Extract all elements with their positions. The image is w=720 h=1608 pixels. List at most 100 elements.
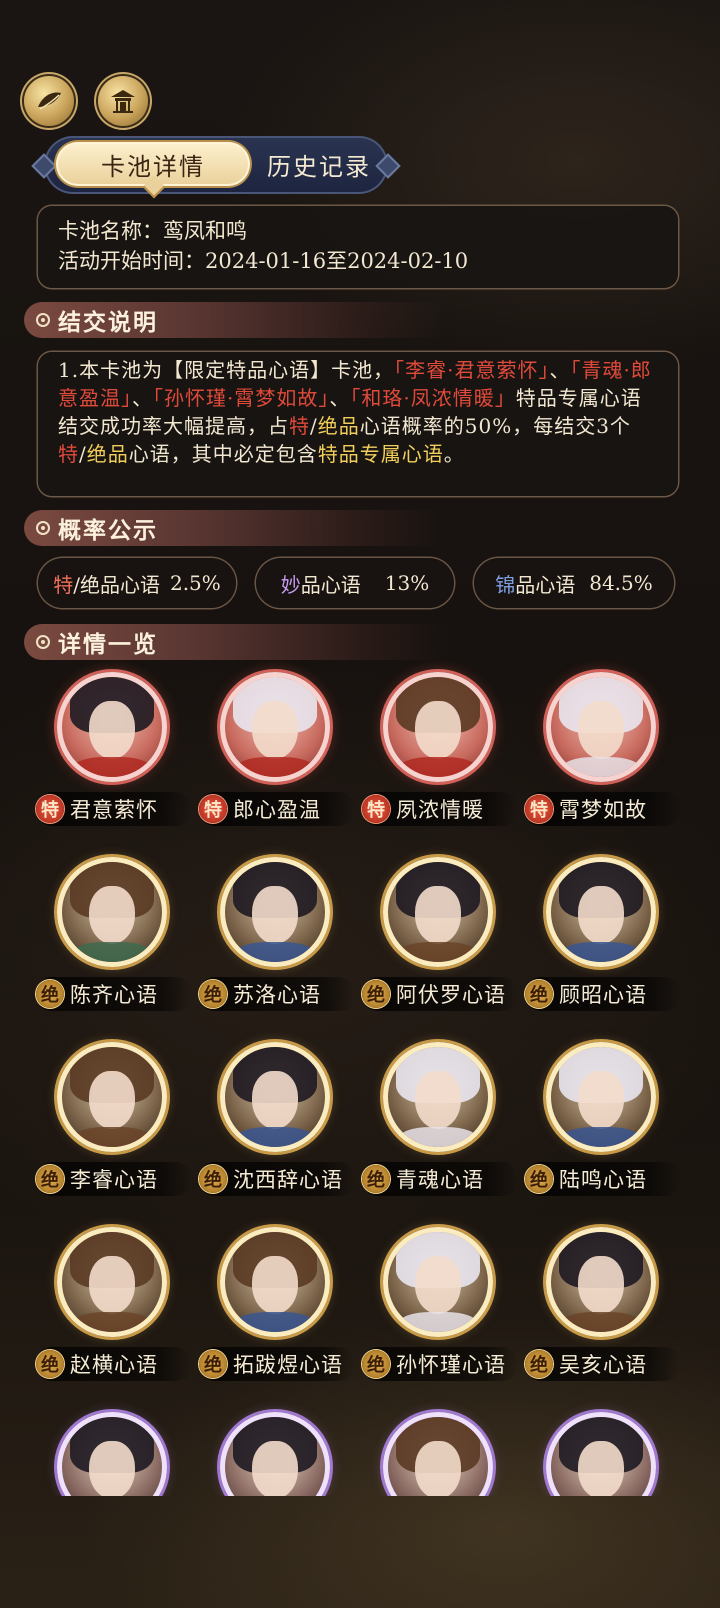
card-name: 顾昭心语: [559, 983, 647, 1007]
portrait[interactable]: [546, 1227, 656, 1337]
rarity-badge: 绝: [525, 1350, 553, 1378]
rarity-badge: 绝: [199, 980, 227, 1008]
portrait[interactable]: [220, 857, 330, 967]
card-name: 李睿心语: [70, 1168, 158, 1192]
rarity-badge: 绝: [362, 1350, 390, 1378]
card-item[interactable]: 绝沈西辞心语: [195, 1042, 355, 1212]
portrait[interactable]: [546, 672, 656, 782]
card-name: 陆鸣心语: [559, 1168, 647, 1192]
card-item[interactable]: [358, 1412, 518, 1496]
portrait[interactable]: [57, 1042, 167, 1152]
card-label: 绝赵横心语: [36, 1347, 192, 1381]
card-item[interactable]: [521, 1412, 681, 1496]
pavilion-icon[interactable]: [98, 76, 148, 126]
rarity-badge: 特: [199, 795, 227, 823]
card-item[interactable]: 绝赵横心语: [32, 1227, 192, 1397]
portrait[interactable]: [546, 857, 656, 967]
probability-te-jue: 特/绝品心语 2.5%: [38, 558, 236, 608]
card-label: 特夙浓情暖: [362, 792, 518, 826]
card-item[interactable]: 特郎心盈温: [195, 672, 355, 842]
tab-pool-details[interactable]: 卡池详情: [56, 142, 250, 186]
card-item[interactable]: 特霄梦如故: [521, 672, 681, 842]
bullet-icon: [36, 521, 50, 535]
description-panel: 1.本卡池为【限定特品心语】卡池，「李睿·君意萦怀」、「青魂·郎意盈温」、「孙怀…: [38, 352, 678, 496]
pool-info-panel: 卡池名称：鸾凤和鸣 活动开始时间：2024-01-16至2024-02-10: [38, 206, 678, 288]
portrait[interactable]: [220, 1412, 330, 1496]
tab-bar: 卡池详情 历史记录: [44, 136, 388, 194]
card-name: 霄梦如故: [559, 798, 647, 822]
card-item[interactable]: 绝顾昭心语: [521, 857, 681, 1027]
portrait[interactable]: [383, 1227, 493, 1337]
card-item[interactable]: [32, 1412, 192, 1496]
card-name: 阿伏罗心语: [396, 983, 506, 1007]
card-name: 拓跋煜心语: [233, 1353, 343, 1377]
section-probability-header: 概率公示: [24, 510, 444, 546]
card-item[interactable]: [195, 1412, 355, 1496]
portrait[interactable]: [220, 672, 330, 782]
section-title: 结交说明: [58, 309, 158, 336]
leaf-emblem-icon[interactable]: [24, 76, 74, 126]
portrait[interactable]: [57, 857, 167, 967]
card-name: 青魂心语: [396, 1168, 484, 1192]
rarity-badge: 特: [36, 795, 64, 823]
card-name: 沈西辞心语: [233, 1168, 343, 1192]
card-item[interactable]: 特夙浓情暖: [358, 672, 518, 842]
pool-name: 卡池名称：鸾凤和鸣: [58, 219, 247, 243]
card-item[interactable]: 绝陈齐心语: [32, 857, 192, 1027]
section-title: 详情一览: [58, 631, 158, 658]
card-name: 赵横心语: [70, 1353, 158, 1377]
portrait[interactable]: [57, 1412, 167, 1496]
portrait[interactable]: [546, 1042, 656, 1152]
portrait[interactable]: [383, 1042, 493, 1152]
card-label: 绝青魂心语: [362, 1162, 518, 1196]
card-item[interactable]: 绝阿伏罗心语: [358, 857, 518, 1027]
card-label: 绝吴亥心语: [525, 1347, 681, 1381]
card-label: 绝顾昭心语: [525, 977, 681, 1011]
card-item[interactable]: 绝吴亥心语: [521, 1227, 681, 1397]
section-details-header: 详情一览: [24, 624, 444, 660]
card-label: 绝陆鸣心语: [525, 1162, 681, 1196]
rarity-badge: 绝: [525, 1165, 553, 1193]
section-description-header: 结交说明: [24, 302, 444, 338]
portrait[interactable]: [383, 857, 493, 967]
card-item[interactable]: 绝陆鸣心语: [521, 1042, 681, 1212]
card-label: 绝苏洛心语: [199, 977, 355, 1011]
card-name: 夙浓情暖: [396, 798, 484, 822]
portrait[interactable]: [57, 672, 167, 782]
bullet-icon: [36, 635, 50, 649]
card-item[interactable]: 绝青魂心语: [358, 1042, 518, 1212]
card-item[interactable]: 绝孙怀瑾心语: [358, 1227, 518, 1397]
card-name: 吴亥心语: [559, 1353, 647, 1377]
card-name: 郎心盈温: [233, 798, 321, 822]
card-name: 孙怀瑾心语: [396, 1353, 506, 1377]
portrait[interactable]: [220, 1227, 330, 1337]
card-label: 绝拓跋煜心语: [199, 1347, 355, 1381]
description-text: 1.本卡池为【限定特品心语】卡池，「李睿·君意萦怀」、「青魂·郎意盈温」、「孙怀…: [58, 358, 652, 466]
card-label: 绝孙怀瑾心语: [362, 1347, 518, 1381]
rarity-badge: 绝: [362, 1165, 390, 1193]
rarity-badge: 绝: [199, 1165, 227, 1193]
card-item[interactable]: 绝拓跋煜心语: [195, 1227, 355, 1397]
tab-history[interactable]: 历史记录: [260, 142, 378, 186]
portrait[interactable]: [57, 1227, 167, 1337]
card-label: 绝陈齐心语: [36, 977, 192, 1011]
card-label: 特郎心盈温: [199, 792, 355, 826]
card-item[interactable]: 绝李睿心语: [32, 1042, 192, 1212]
card-label: 特霄梦如故: [525, 792, 681, 826]
portrait[interactable]: [546, 1412, 656, 1496]
card-name: 苏洛心语: [233, 983, 321, 1007]
card-item[interactable]: 绝苏洛心语: [195, 857, 355, 1027]
card-label: 特君意萦怀: [36, 792, 192, 826]
card-name: 君意萦怀: [70, 798, 158, 822]
rarity-badge: 绝: [36, 1350, 64, 1378]
rarity-badge: 特: [362, 795, 390, 823]
card-item[interactable]: 特君意萦怀: [32, 672, 192, 842]
rarity-badge: 绝: [36, 980, 64, 1008]
rarity-badge: 绝: [525, 980, 553, 1008]
portrait[interactable]: [383, 672, 493, 782]
portrait[interactable]: [383, 1412, 493, 1496]
rarity-badge: 绝: [199, 1350, 227, 1378]
card-name: 陈齐心语: [70, 983, 158, 1007]
portrait[interactable]: [220, 1042, 330, 1152]
probability-miao: 妙品心语 13%: [256, 558, 454, 608]
